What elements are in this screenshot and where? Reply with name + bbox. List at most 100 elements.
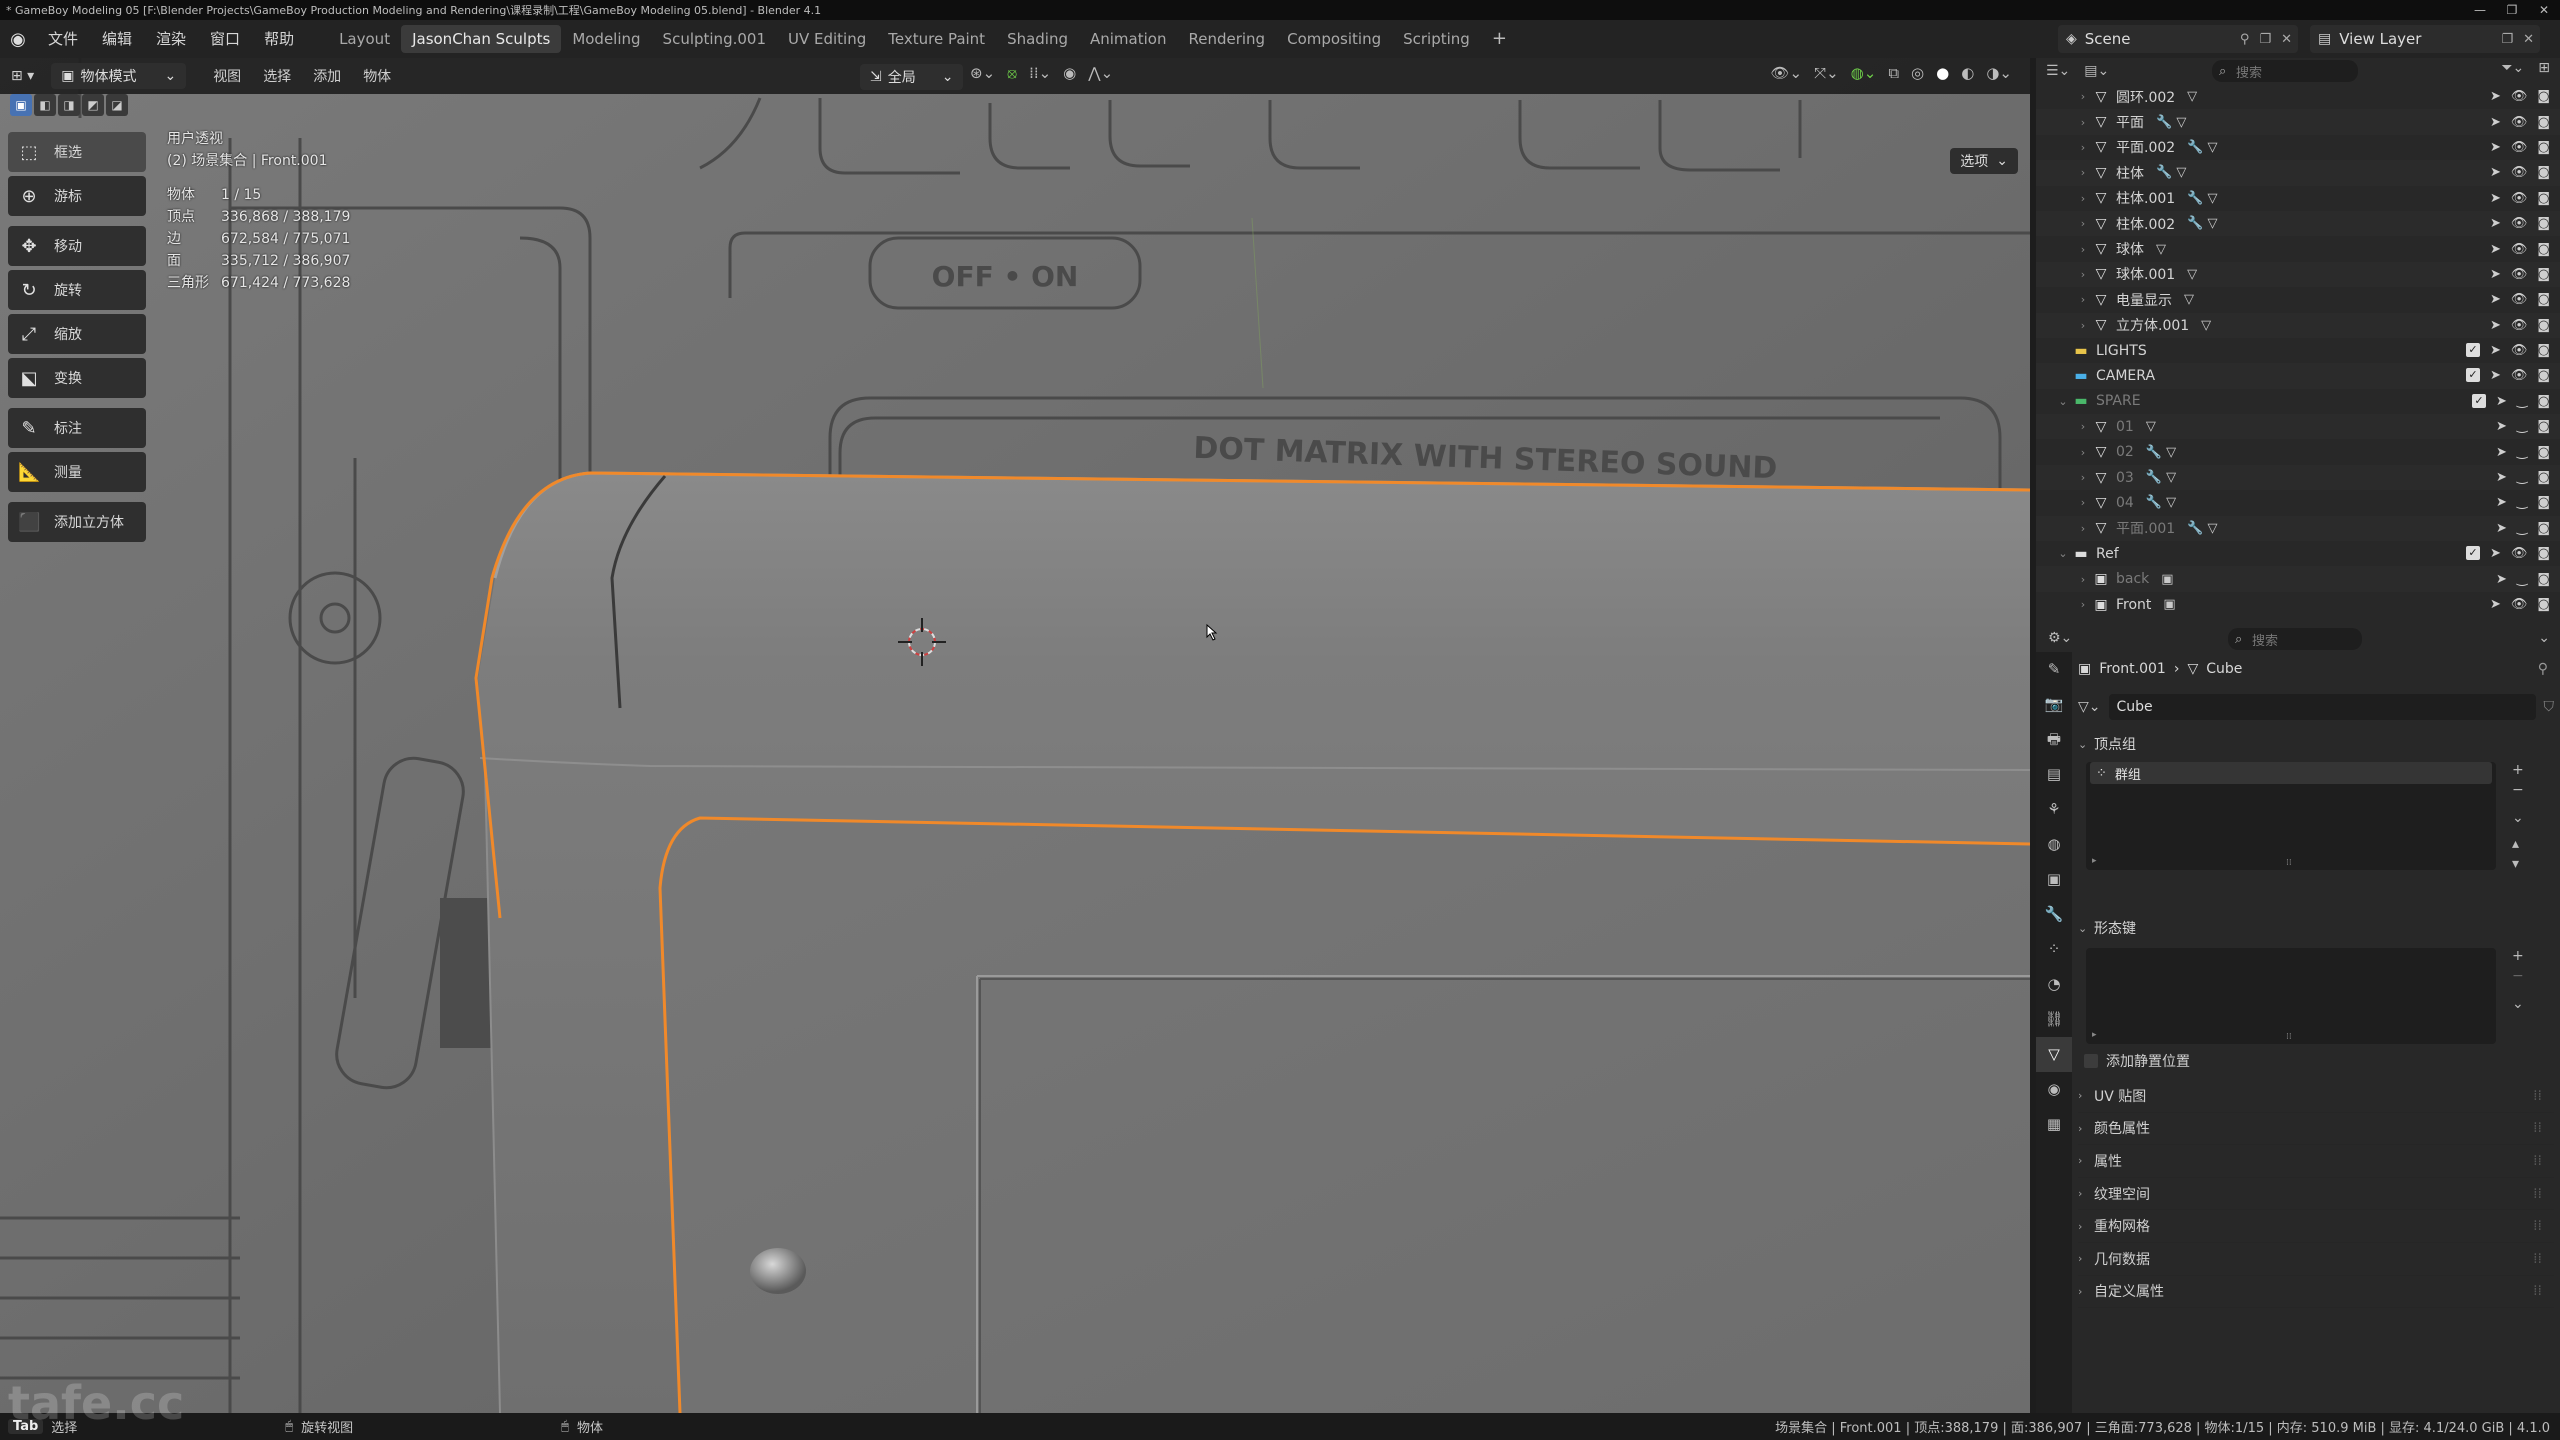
chevron-down-icon[interactable]: ⌄ <box>2512 996 2524 1012</box>
chevron-down-icon[interactable]: ⌄ <box>2538 630 2550 646</box>
selectable-icon[interactable]: ➤ <box>2496 445 2507 460</box>
selectable-icon[interactable]: ➤ <box>2490 216 2501 231</box>
render-tab-icon[interactable]: 📷 <box>2036 687 2072 722</box>
chevron-right-icon[interactable]: › <box>2076 166 2090 179</box>
drag-handle-icon[interactable]: ⁞⁞ <box>2533 1218 2542 1234</box>
view-layer-selector[interactable]: ▤ View Layer ❐ ✕ <box>2310 25 2540 53</box>
outliner-row[interactable]: › ▽ 圆环.002 ▽ ➤ 👁 ◙ <box>2036 84 2560 109</box>
eye-icon[interactable]: 👁 <box>2511 546 2528 561</box>
camera-render-icon[interactable]: ◙ <box>2537 140 2550 155</box>
outliner-row[interactable]: › ▽ 球体.001 ▽ ➤ 👁 ◙ <box>2036 261 2560 288</box>
selectable-icon[interactable]: ➤ <box>2490 267 2501 282</box>
viewport-menu-item[interactable]: 视图 <box>202 66 252 86</box>
outliner-row[interactable]: ▬ CAMERA ✓ ➤ 👁 ◙ <box>2036 363 2560 389</box>
camera-render-icon[interactable]: ◙ <box>2537 597 2550 612</box>
tool-button[interactable]: ✥ 移动 <box>8 226 146 266</box>
3d-viewport[interactable]: OFF • ON DOT MATRIX WITH STEREO SOUND ⊞ … <box>0 58 2030 1413</box>
menu-item[interactable]: 渲染 <box>144 20 198 58</box>
eye-icon[interactable]: ‿ <box>2517 394 2527 409</box>
chevron-right-icon[interactable]: › <box>2076 141 2090 154</box>
eye-icon[interactable]: 👁 <box>2511 242 2528 257</box>
eye-icon[interactable]: 👁 <box>2511 318 2528 333</box>
outliner-row[interactable]: › ▽ 柱体 🔧 ▽ ➤ 👁 ◙ <box>2036 160 2560 186</box>
texture-tab-icon[interactable]: ▦ <box>2036 1107 2072 1142</box>
selectable-icon[interactable]: ➤ <box>2496 572 2507 587</box>
chevron-down-icon[interactable]: ⌄ <box>2056 395 2070 408</box>
collapsed-panel-header[interactable]: › 颜色属性 ⁞⁞ <box>2078 1113 2554 1146</box>
eye-icon[interactable]: 👁 <box>2511 115 2528 130</box>
exclude-checkbox[interactable]: ✓ <box>2465 343 2480 358</box>
camera-render-icon[interactable]: ◙ <box>2537 115 2550 130</box>
add-workspace-icon[interactable]: + <box>1481 25 1518 53</box>
workspace-tab[interactable]: JasonChan Sculpts <box>401 25 562 53</box>
constraints-tab-icon[interactable]: ⛓ <box>2036 1002 2072 1037</box>
selectable-icon[interactable]: ➤ <box>2490 318 2501 333</box>
tool-button[interactable]: ↻ 旋转 <box>8 270 146 310</box>
camera-render-icon[interactable]: ◙ <box>2537 394 2550 409</box>
outliner-search-input[interactable]: ⌕ 搜索 <box>2212 60 2358 82</box>
eye-icon[interactable]: 👁 <box>2511 191 2528 206</box>
new-collection-icon[interactable]: ⊞ <box>2538 60 2550 76</box>
object-mode-select[interactable]: ▣ 物体模式 ⌄ <box>51 63 187 89</box>
outliner-row[interactable]: › ▽ 立方体.001 ▽ ➤ 👁 ◙ <box>2036 312 2560 338</box>
material-tab-icon[interactable]: ◉ <box>2036 1072 2072 1107</box>
viewport-menu-item[interactable]: 物体 <box>352 66 402 86</box>
selectable-icon[interactable]: ➤ <box>2496 470 2507 485</box>
remove-icon[interactable]: ✕ <box>2281 32 2292 47</box>
wireframe-shading-icon[interactable]: ◎ <box>1911 64 1924 82</box>
menu-item[interactable]: 窗口 <box>198 20 252 58</box>
scene-selector[interactable]: ◈ Scene ⚲ ❐ ✕ <box>2058 25 2298 53</box>
select-extend-icon[interactable]: ◧ <box>34 94 56 116</box>
add-icon[interactable]: + <box>2512 948 2524 964</box>
xray-icon[interactable]: ⧉ <box>1888 64 1899 82</box>
workspace-tab[interactable]: Texture Paint <box>877 25 996 53</box>
chevron-down-icon[interactable]: ⌄ <box>2056 547 2070 560</box>
chevron-right-icon[interactable]: › <box>2076 446 2090 459</box>
camera-render-icon[interactable]: ◙ <box>2537 318 2550 333</box>
tool-button[interactable]: ⤢ 缩放 <box>8 314 146 354</box>
selectable-icon[interactable]: ➤ <box>2490 546 2501 561</box>
add-icon[interactable]: + <box>2512 762 2524 778</box>
chevron-right-icon[interactable]: › <box>2076 116 2090 129</box>
collapsed-panel-header[interactable]: › 自定义属性 ⁞⁞ <box>2078 1276 2554 1309</box>
outliner-row[interactable]: › ▽ 04 🔧 ▽ ➤ ‿ ◙ <box>2036 490 2560 515</box>
camera-render-icon[interactable]: ◙ <box>2537 89 2550 104</box>
workspace-tab[interactable]: Compositing <box>1276 25 1392 53</box>
select-invert-icon[interactable]: ◩ <box>82 94 104 116</box>
shape-key-list[interactable]: ▸ ⁞⁞ <box>2086 948 2496 1044</box>
tool-button[interactable]: ✎ 标注 <box>8 408 146 448</box>
chevron-right-icon[interactable]: › <box>2076 293 2090 306</box>
chevron-right-icon[interactable]: › <box>2076 522 2090 535</box>
selectable-icon[interactable]: ➤ <box>2490 368 2501 383</box>
camera-render-icon[interactable]: ◙ <box>2537 191 2550 206</box>
camera-render-icon[interactable]: ◙ <box>2537 470 2550 485</box>
selectable-icon[interactable]: ➤ <box>2496 495 2507 510</box>
chevron-right-icon[interactable]: › <box>2076 90 2090 103</box>
drag-handle-icon[interactable]: ⁞⁞ <box>2533 1186 2542 1202</box>
duplicate-icon[interactable]: ❐ <box>2501 32 2513 47</box>
collapsed-panel-header[interactable]: › 几何数据 ⁞⁞ <box>2078 1243 2554 1276</box>
snap-target-icon[interactable]: ⁞⁞⌄ <box>1029 64 1051 82</box>
camera-render-icon[interactable]: ◙ <box>2537 343 2550 358</box>
workspace-tab[interactable]: Modeling <box>561 25 651 53</box>
editor-type-icon[interactable]: ⚙⌄ <box>2048 630 2072 646</box>
visibility-icon[interactable]: 👁⌄ <box>1770 64 1802 82</box>
editor-type-icon[interactable]: ⊞ ▾ <box>0 68 45 84</box>
expand-list-icon[interactable]: ▸ <box>2092 856 2097 866</box>
pin-icon[interactable]: ⚲ <box>2538 661 2548 677</box>
minimize-icon[interactable]: — <box>2464 0 2496 20</box>
pin-icon[interactable]: ⚲ <box>2240 32 2250 47</box>
world-tab-icon[interactable]: ◍ <box>2036 827 2072 862</box>
mesh-data-tab-icon[interactable]: ▽ <box>2036 1037 2072 1072</box>
eye-icon[interactable]: ‿ <box>2517 572 2527 587</box>
outliner-row[interactable]: › ▽ 01 ▽ ➤ ‿ ◙ <box>2036 414 2560 440</box>
outliner-row[interactable]: › ▣ back ▣ ➤ ‿ ◙ <box>2036 566 2560 592</box>
chevron-right-icon[interactable]: › <box>2076 319 2090 332</box>
camera-render-icon[interactable]: ◙ <box>2537 419 2550 434</box>
camera-render-icon[interactable]: ◙ <box>2537 495 2550 510</box>
eye-icon[interactable]: 👁 <box>2511 368 2528 383</box>
object-tab-icon[interactable]: ▣ <box>2036 862 2072 897</box>
outliner-row[interactable]: ⌄ ▬ Ref ✓ ➤ 👁 ◙ <box>2036 541 2560 566</box>
outliner-row[interactable]: › ▽ 电量显示 ▽ ➤ 👁 ◙ <box>2036 287 2560 312</box>
view-layer-tab-icon[interactable]: ▤ <box>2036 757 2072 792</box>
